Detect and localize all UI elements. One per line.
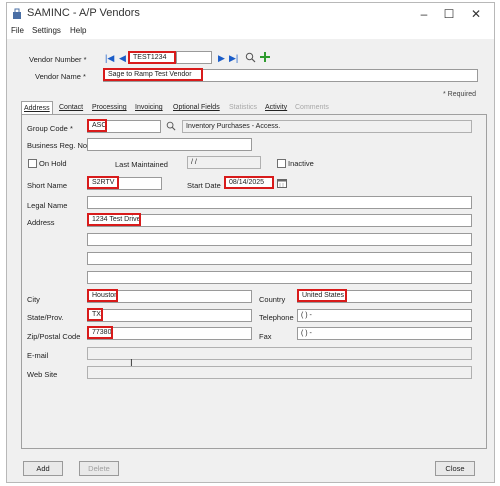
group-code-description: Inventory Purchases - Access. <box>182 120 472 133</box>
last-maintained-label: Last Maintained <box>115 160 168 169</box>
next-record-icon[interactable]: ▶ <box>218 53 225 63</box>
website-field[interactable] <box>87 366 472 379</box>
menu-help[interactable]: Help <box>70 26 86 35</box>
group-code-finder-icon[interactable] <box>166 121 176 131</box>
window-title: SAMINC - A/P Vendors <box>27 7 140 19</box>
zip-label: Zip/Postal Code <box>27 332 81 341</box>
country-value: United States <box>297 289 347 302</box>
new-record-icon[interactable] <box>259 51 271 63</box>
fax-label: Fax <box>259 332 272 341</box>
email-field[interactable] <box>87 347 472 360</box>
vendor-number-field[interactable]: TEST1234 <box>128 51 176 64</box>
close-button[interactable]: Close <box>435 461 475 476</box>
vendor-name-value: Sage to Ramp Test Vendor <box>103 68 203 81</box>
group-code-label: Group Code * <box>27 124 73 133</box>
address-line-1-value: 1234 Test Drive <box>87 213 141 226</box>
minimize-button[interactable]: – <box>413 6 435 22</box>
app-icon <box>13 8 21 19</box>
group-code-value: ASC <box>87 119 107 132</box>
tab-optional-fields[interactable]: Optional Fields <box>171 101 222 115</box>
vendor-number-extension[interactable] <box>176 51 212 64</box>
business-reg-label: Business Reg. No. <box>27 141 90 150</box>
fax-field[interactable]: ( ) - <box>297 327 472 340</box>
state-value: TX <box>87 308 103 321</box>
on-hold-label: On Hold <box>39 159 67 168</box>
state-label: State/Prov. <box>27 313 64 322</box>
telephone-label: Telephone <box>259 313 294 322</box>
add-button[interactable]: Add <box>23 461 63 476</box>
legal-name-label: Legal Name <box>27 201 68 210</box>
title-bar: SAMINC - A/P Vendors – ☐ ✕ <box>7 3 494 25</box>
vendors-window: SAMINC - A/P Vendors – ☐ ✕ File Settings… <box>6 2 495 483</box>
last-maintained-field: / / <box>187 156 261 169</box>
address-line-2-field[interactable] <box>87 233 472 246</box>
tab-contact[interactable]: Contact <box>57 101 85 115</box>
inactive-checkbox[interactable] <box>277 159 286 168</box>
finder-icon[interactable] <box>245 52 256 63</box>
tab-processing[interactable]: Processing <box>90 101 129 115</box>
close-window-button[interactable]: ✕ <box>465 6 487 22</box>
telephone-field[interactable]: ( ) - <box>297 309 472 322</box>
vendor-name-label: Vendor Name * <box>35 72 86 81</box>
tab-invoicing[interactable]: Invoicing <box>133 101 165 115</box>
required-note: * Required <box>443 91 477 98</box>
zip-value: 77380 <box>87 326 113 339</box>
vendor-number-label: Vendor Number * <box>29 55 87 64</box>
tab-address[interactable]: Address <box>21 101 53 115</box>
previous-record-icon[interactable]: ◀ <box>119 53 126 63</box>
address-line-1-field[interactable] <box>87 214 472 227</box>
address-label: Address <box>27 218 55 227</box>
maximize-button[interactable]: ☐ <box>438 6 460 22</box>
city-label: City <box>27 295 40 304</box>
email-label: E-mail <box>27 351 49 360</box>
on-hold-checkbox[interactable] <box>28 159 37 168</box>
start-date-label: Start Date <box>187 181 221 190</box>
last-record-icon[interactable]: ▶| <box>229 53 238 63</box>
short-name-value: S2RTV <box>87 176 119 189</box>
country-label: Country <box>259 295 286 304</box>
city-value: Houston <box>87 289 118 302</box>
menu-file[interactable]: File <box>11 26 24 35</box>
menu-settings[interactable]: Settings <box>32 26 61 35</box>
text-cursor-icon: I <box>130 358 133 369</box>
state-field[interactable] <box>87 309 252 322</box>
tab-comments: Comments <box>295 104 329 111</box>
business-reg-field[interactable] <box>87 138 252 151</box>
short-name-label: Short Name <box>27 181 68 190</box>
website-label: Web Site <box>27 370 58 379</box>
calendar-icon[interactable] <box>277 178 287 188</box>
inactive-label: Inactive <box>288 159 314 168</box>
legal-name-field[interactable] <box>87 196 472 209</box>
first-record-icon[interactable]: |◀ <box>105 53 114 63</box>
address-line-3-field[interactable] <box>87 252 472 265</box>
address-line-4-field[interactable] <box>87 271 472 284</box>
delete-button: Delete <box>79 461 119 476</box>
menu-bar: File Settings Help <box>7 25 494 39</box>
tab-activity[interactable]: Activity <box>263 101 289 115</box>
tab-statistics: Statistics <box>229 104 258 111</box>
start-date-field[interactable]: 08/14/2025 <box>224 176 274 189</box>
